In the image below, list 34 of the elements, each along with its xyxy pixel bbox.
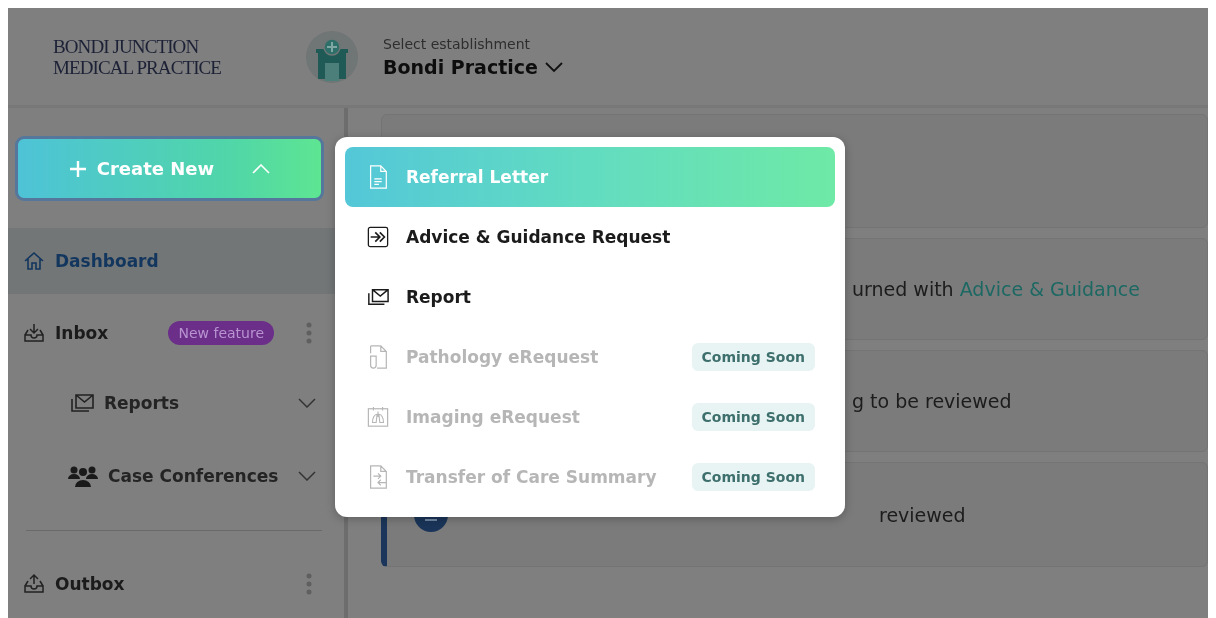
sidebar-subitem[interactable]: Reports [8, 366, 344, 439]
envelope-stack-icon [70, 392, 94, 413]
coming-soon-badge: Coming Soon [691, 343, 815, 371]
notification-text: urned with Advice & Guidance [852, 278, 1140, 300]
document-transfer-icon [367, 465, 389, 489]
chevron-icon [543, 60, 564, 73]
menu-item: Pathology eRequest Coming Soon [345, 327, 835, 387]
more-options-icon[interactable] [306, 322, 312, 344]
logo-text: BONDI JUNCTION [53, 35, 200, 57]
people-icon [68, 464, 98, 487]
home-icon [23, 250, 45, 272]
sidebar-item[interactable]: Outbox [8, 551, 344, 617]
document-icon [367, 165, 389, 189]
lungs-scan-icon [367, 405, 389, 429]
new-feature-badge: New feature [168, 321, 274, 345]
more-options-icon[interactable] [306, 573, 312, 595]
menu-item[interactable]: Advice & Guidance Request [345, 207, 835, 267]
notification-text: g to be reviewed [852, 390, 1012, 412]
coming-soon-badge: Coming Soon [691, 463, 815, 491]
clinic-avatar-icon [306, 30, 358, 83]
menu-item: Transfer of Care Summary Coming Soon [345, 447, 835, 507]
coming-soon-badge: Coming Soon [691, 403, 815, 431]
logo-text: MEDICAL PRACTICE [53, 56, 223, 78]
sidebar-subitem[interactable]: Case Conferences [8, 439, 344, 512]
outbox-icon [23, 573, 45, 595]
inbox-icon [23, 322, 45, 344]
establishment-label: Select establishment [383, 35, 532, 52]
sidebar-item[interactable]: Inbox New feature [8, 300, 344, 366]
menu-item[interactable]: Report [345, 267, 835, 327]
menu-item: Imaging eRequest Coming Soon [345, 387, 835, 447]
establishment-select[interactable]: Bondi Practice [383, 55, 564, 78]
test-tube-document-icon [367, 345, 389, 369]
plus-icon [68, 159, 87, 178]
notification-text: reviewed [879, 503, 966, 526]
